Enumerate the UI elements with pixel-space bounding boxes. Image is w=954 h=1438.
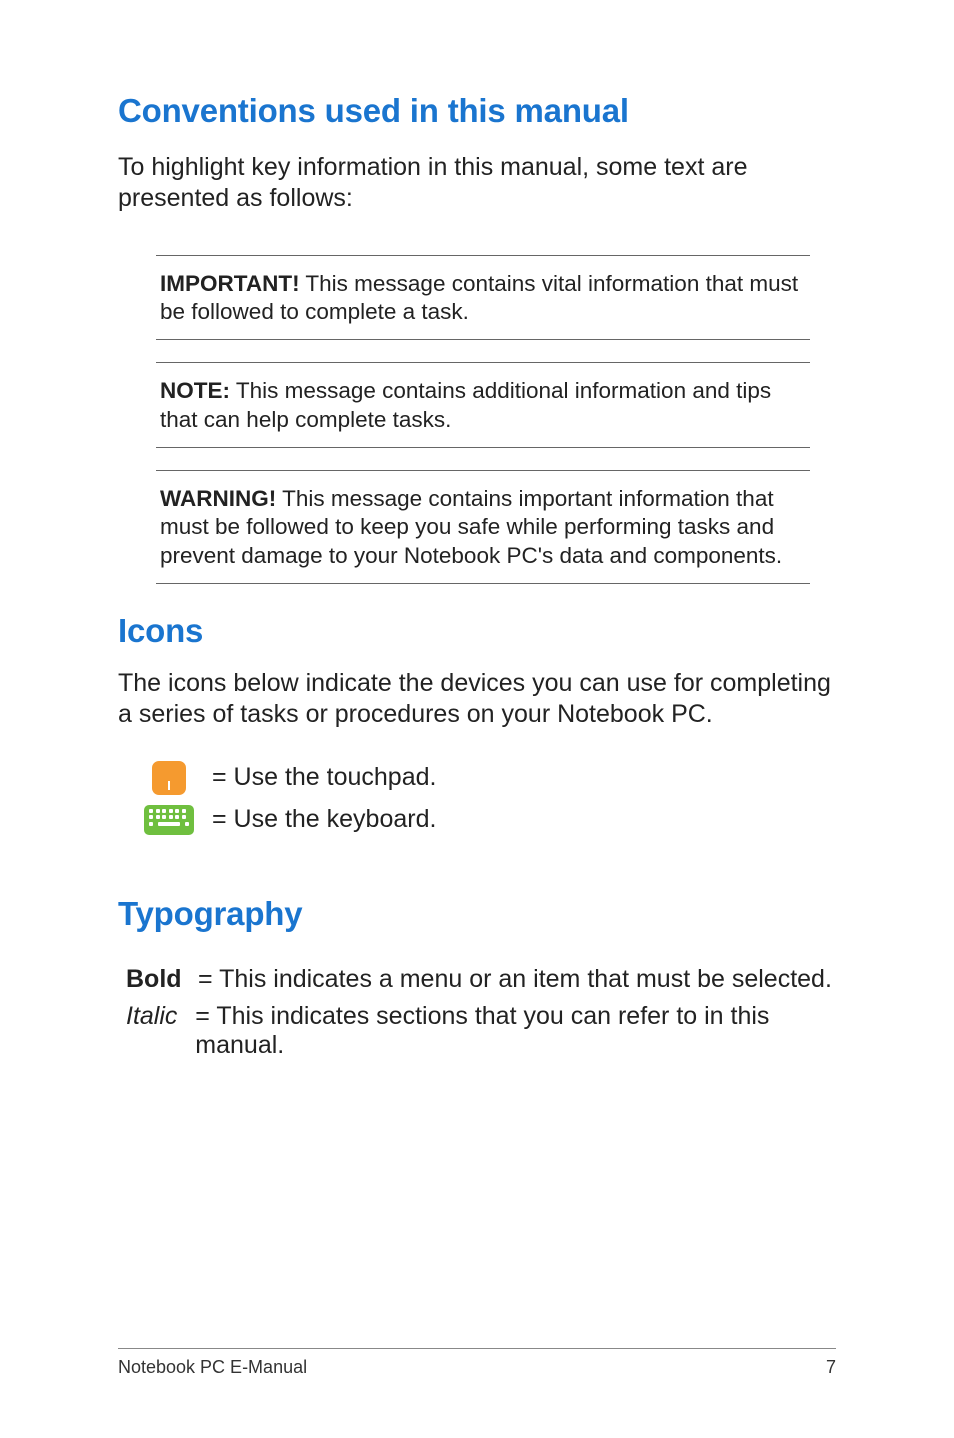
typography-bold-label: Bold xyxy=(126,965,188,994)
keyboard-icon xyxy=(144,805,194,835)
note-note-label: NOTE: xyxy=(160,378,230,403)
note-note-text: This message contains additional informa… xyxy=(160,378,771,432)
typography-italic-label: Italic xyxy=(126,1002,185,1031)
typography-italic-row: Italic = This indicates sections that yo… xyxy=(126,1002,836,1060)
typography-bold-row: Bold = This indicates a menu or an item … xyxy=(126,965,836,994)
icon-row-touchpad: = Use the touchpad. xyxy=(144,761,836,795)
intro-conventions: To highlight key information in this man… xyxy=(118,152,836,215)
heading-typography: Typography xyxy=(118,895,836,933)
keyboard-text: = Use the keyboard. xyxy=(212,805,436,834)
icon-row-keyboard: = Use the keyboard. xyxy=(144,805,836,835)
typography-bold-desc: = This indicates a menu or an item that … xyxy=(198,965,832,994)
touchpad-icon xyxy=(144,761,194,795)
note-warning: WARNING! This message contains important… xyxy=(156,470,810,584)
footer-title: Notebook PC E-Manual xyxy=(118,1357,307,1378)
note-note: NOTE: This message contains additional i… xyxy=(156,362,810,448)
note-warning-label: WARNING! xyxy=(160,486,276,511)
footer-page-number: 7 xyxy=(826,1357,836,1378)
heading-icons: Icons xyxy=(118,612,836,650)
heading-conventions: Conventions used in this manual xyxy=(118,92,836,130)
notes-group: IMPORTANT! This message contains vital i… xyxy=(118,255,836,585)
touchpad-text: = Use the touchpad. xyxy=(212,763,436,792)
page-footer: Notebook PC E-Manual 7 xyxy=(118,1348,836,1378)
note-important: IMPORTANT! This message contains vital i… xyxy=(156,255,810,341)
intro-icons: The icons below indicate the devices you… xyxy=(118,668,836,731)
page: Conventions used in this manual To highl… xyxy=(0,0,954,1438)
typography-italic-desc: = This indicates sections that you can r… xyxy=(195,1002,836,1060)
note-important-label: IMPORTANT! xyxy=(160,271,300,296)
